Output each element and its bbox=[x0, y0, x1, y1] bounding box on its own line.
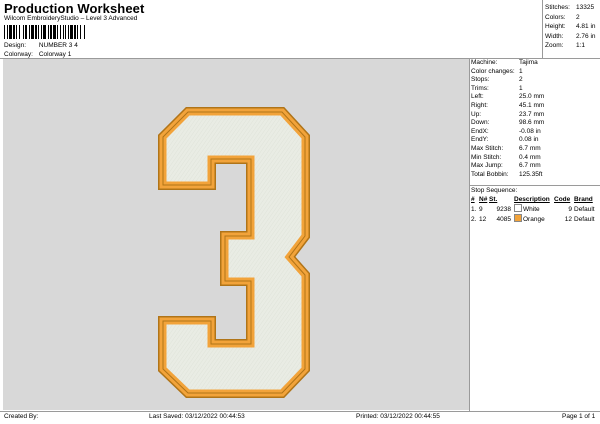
cell-n: 12 bbox=[479, 215, 487, 223]
col-description: Description bbox=[514, 196, 550, 203]
design-row: Design: NUMBER 3 4 bbox=[4, 42, 78, 49]
info-label: Max Stitch: bbox=[471, 144, 504, 152]
stat-zoom: Zoom: 1:1 bbox=[545, 42, 586, 49]
info-value: 0.08 in bbox=[519, 136, 539, 144]
info-row: Machine: Tajima bbox=[471, 59, 598, 68]
stat-width: Width: 2.76 in bbox=[545, 32, 596, 40]
table-row: 1. 9 9238 White 9 Default bbox=[471, 204, 597, 214]
info-value: 23.7 mm bbox=[519, 110, 545, 118]
info-value: 125.35ft bbox=[519, 170, 543, 178]
info-label: Total Bobbin: bbox=[471, 170, 509, 178]
footer-divider bbox=[0, 411, 600, 412]
colorway-label: Colorway: bbox=[4, 51, 33, 58]
info-row: Max Stitch: 6.7 mm bbox=[471, 145, 598, 154]
info-label: EndY: bbox=[471, 136, 489, 144]
cell-st: 4085 bbox=[496, 215, 511, 223]
cell-code: 12 bbox=[564, 215, 572, 223]
col-code: Code bbox=[554, 196, 571, 203]
col-num: # bbox=[471, 196, 475, 203]
info-row: Right: 45.1 mm bbox=[471, 102, 598, 111]
info-label: Min Stitch: bbox=[471, 153, 502, 161]
color-swatch-icon bbox=[514, 214, 522, 222]
embroidery-number-3-icon bbox=[158, 107, 310, 398]
stop-sequence-table: # N# St. Description Code Brand 1. 9 9238 W… bbox=[471, 195, 597, 224]
info-row: Color changes: 1 bbox=[471, 68, 598, 77]
col-n: N# bbox=[479, 196, 488, 203]
cell-num: 2. bbox=[471, 215, 477, 223]
footer-last-saved: Last Saved: 03/12/2022 00:44:53 bbox=[149, 413, 245, 420]
info-value: 45.1 mm bbox=[519, 101, 545, 109]
info-label: Machine: bbox=[471, 59, 498, 66]
stop-sequence-panel: Stop Sequence: # N# St. Description Code… bbox=[471, 186, 598, 224]
cell-code: 9 bbox=[568, 205, 572, 213]
info-label: Left: bbox=[471, 93, 484, 101]
machine-info-panel: Machine: Tajima Color changes: 1 Stops: 2 Trim… bbox=[471, 59, 598, 179]
info-value: 25.0 mm bbox=[519, 93, 545, 101]
software-subtitle: Wilcom EmbroideryStudio – Level 3 Advanc… bbox=[4, 15, 138, 22]
info-value: 2 bbox=[519, 76, 523, 84]
info-row: Max Jump: 6.7 mm bbox=[471, 162, 598, 171]
info-label: EndX: bbox=[471, 127, 489, 135]
stat-height: Height: 4.81 in bbox=[545, 23, 596, 30]
info-row: EndX: -0.08 in bbox=[471, 128, 598, 137]
col-brand: Brand bbox=[574, 196, 593, 203]
cell-brand: Default bbox=[574, 205, 595, 213]
stats-panel: Stitches: 13325 Colors: 2 Height: 4.81 in W… bbox=[545, 3, 596, 51]
info-row: Up: 23.7 mm bbox=[471, 111, 598, 120]
color-swatch-icon bbox=[514, 204, 522, 212]
barcode-icon bbox=[4, 25, 85, 39]
design-preview bbox=[3, 59, 469, 410]
info-row: Left: 25.0 mm bbox=[471, 93, 598, 102]
cell-brand: Default bbox=[574, 215, 595, 223]
cell-st: 9238 bbox=[496, 205, 511, 213]
page-title: Production Worksheet bbox=[4, 1, 145, 16]
stat-stitches: Stitches: 13325 bbox=[545, 4, 595, 11]
cell-n: 9 bbox=[479, 205, 483, 213]
info-row: Down: 98.6 mm bbox=[471, 119, 598, 128]
info-row: EndY: 0.08 in bbox=[471, 136, 598, 145]
info-row: Stops: 2 bbox=[471, 76, 598, 85]
table-row: 2. 12 4085 Orange 12 Default bbox=[471, 214, 597, 224]
info-row: Total Bobbin: 125.35ft bbox=[471, 171, 598, 180]
stop-sequence-title: Stop Sequence: bbox=[471, 187, 518, 194]
info-label: Color changes: bbox=[471, 67, 515, 75]
cell-description: White bbox=[511, 204, 554, 214]
design-value: NUMBER 3 4 bbox=[38, 42, 78, 49]
info-value: 6.7 mm bbox=[519, 162, 541, 170]
colorway-value: Colorway 1 bbox=[38, 51, 72, 58]
footer-created-by: Created By: bbox=[4, 413, 39, 420]
info-value: -0.08 in bbox=[519, 127, 541, 135]
info-row: Trims: 1 bbox=[471, 85, 598, 94]
info-label: Trims: bbox=[471, 84, 489, 92]
info-value: 0.4 mm bbox=[519, 153, 541, 161]
stats-divider bbox=[542, 0, 543, 58]
colorway-row: Colorway: Colorway 1 bbox=[4, 51, 71, 58]
footer-page: Page 1 of 1 bbox=[562, 413, 596, 420]
info-value: 1 bbox=[519, 84, 523, 92]
cell-num: 1. bbox=[471, 205, 477, 213]
info-label: Up: bbox=[471, 110, 482, 118]
col-st: St. bbox=[489, 196, 498, 203]
info-label: Max Jump: bbox=[471, 162, 503, 170]
info-value: 1 bbox=[519, 67, 523, 75]
info-label: Down: bbox=[471, 119, 490, 127]
info-label: Right: bbox=[471, 101, 488, 109]
design-label: Design: bbox=[4, 42, 27, 49]
stat-colors: Colors: 2 bbox=[545, 13, 580, 21]
cell-description: Orange bbox=[511, 214, 554, 224]
footer-printed: Printed: 03/12/2022 00:44:55 bbox=[356, 413, 440, 420]
info-row: Min Stitch: 0.4 mm bbox=[471, 154, 598, 163]
info-label: Stops: bbox=[471, 76, 490, 84]
info-value: 6.7 mm bbox=[519, 144, 541, 152]
info-value: 98.6 mm bbox=[519, 119, 545, 127]
info-value: Tajima bbox=[519, 59, 538, 66]
panel-divider bbox=[469, 59, 470, 411]
